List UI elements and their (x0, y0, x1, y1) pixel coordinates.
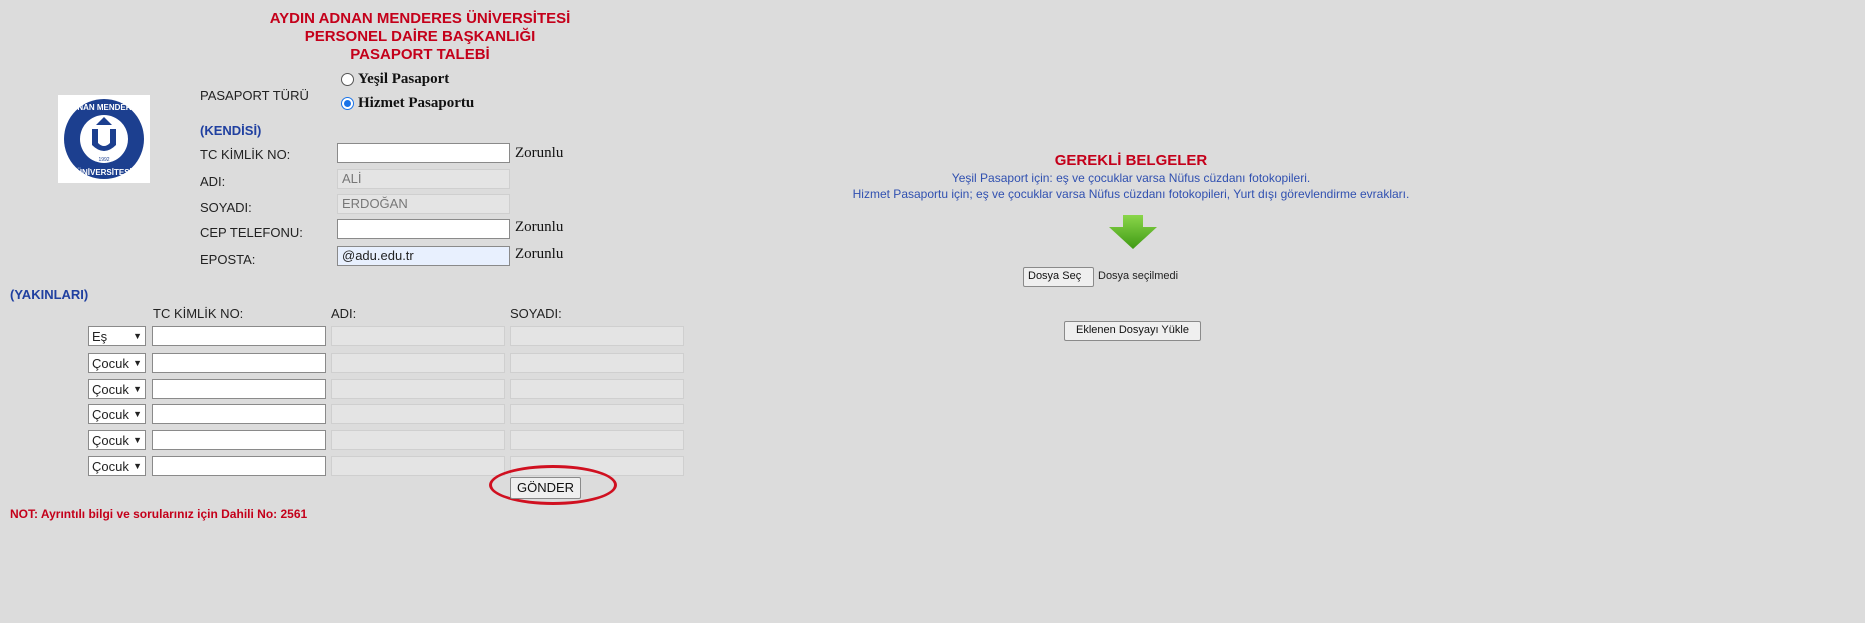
relation-select[interactable]: Çocuk ▼ (88, 430, 146, 450)
relation-select[interactable]: Çocuk ▼ (88, 353, 146, 373)
relative-tc-input[interactable] (152, 404, 326, 424)
relative-surname-input[interactable] (510, 404, 684, 424)
surname-input[interactable]: ERDOĞAN (337, 194, 510, 214)
chevron-down-icon: ▼ (133, 331, 142, 341)
email-input[interactable]: @adu.edu.tr (337, 246, 510, 266)
name-label: ADI: (200, 174, 226, 189)
phone-input[interactable] (337, 219, 510, 239)
relation-select[interactable]: Çocuk ▼ (88, 404, 146, 424)
relative-tc-input[interactable] (152, 456, 326, 476)
chevron-down-icon: ▼ (133, 358, 142, 368)
relation-select-value: Çocuk (92, 406, 129, 422)
relation-select[interactable]: Çocuk ▼ (88, 456, 146, 476)
logo-year: 1992 (98, 157, 109, 163)
logo-bottom-text: ÜNİVERSİTESİ (76, 168, 132, 177)
relation-select-value: Çocuk (92, 381, 129, 397)
radio-selected-icon[interactable] (341, 97, 354, 111)
relative-name-input[interactable] (331, 456, 505, 476)
relation-select[interactable]: Çocuk ▼ (88, 379, 146, 399)
relation-select[interactable]: Eş ▼ (88, 326, 146, 346)
submit-button[interactable]: GÖNDER (510, 477, 581, 499)
self-section-label: (KENDİSİ) (200, 123, 262, 138)
relative-surname-input[interactable] (510, 430, 684, 450)
relatives-name-header: ADI: (331, 306, 357, 321)
name-input[interactable]: ALİ (337, 169, 510, 189)
no-file-text: Dosya seçilmedi (1098, 270, 1179, 282)
relation-select-value: Çocuk (92, 458, 129, 474)
header-university: AYDIN ADNAN MENDERES ÜNİVERSİTESİ (269, 10, 571, 27)
choose-file-button[interactable]: Dosya Seç (1023, 267, 1094, 287)
radio-label: Yeşil Pasaport (358, 71, 450, 87)
relation-select-value: Çocuk (92, 355, 129, 371)
chevron-down-icon: ▼ (133, 435, 142, 445)
upload-button[interactable]: Eklenen Dosyayı Yükle (1064, 321, 1201, 341)
relative-tc-input[interactable] (152, 326, 326, 346)
relation-select-value: Çocuk (92, 432, 129, 448)
tc-required: Zorunlu (515, 145, 564, 161)
header-form-title: PASAPORT TALEBİ (350, 46, 490, 63)
relative-name-input[interactable] (331, 430, 505, 450)
documents-service-line: Hizmet Pasaportu için; eş ve çocuklar va… (852, 187, 1410, 201)
down-arrow-icon (1107, 215, 1159, 252)
radio-label: Hizmet Pasaportu (358, 95, 475, 111)
phone-label: CEP TELEFONU: (200, 225, 303, 240)
relative-tc-input[interactable] (152, 353, 326, 373)
required-documents: GEREKLİ BELGELER Yeşil Pasaport için: eş… (836, 152, 1426, 201)
relatives-section-label: (YAKINLARI) (10, 287, 89, 302)
relatives-tc-header: TC KİMLİK NO: (153, 306, 244, 321)
chevron-down-icon: ▼ (133, 384, 142, 394)
tc-input[interactable] (337, 143, 510, 163)
email-required: Zorunlu (515, 246, 564, 262)
passport-type-label: PASAPORT TÜRÜ (200, 88, 309, 103)
header-department: PERSONEL DAİRE BAŞKANLIĞI (304, 28, 536, 45)
page-title: AYDIN ADNAN MENDERES ÜNİVERSİTESİ PERSON… (220, 10, 620, 64)
email-label: EPOSTA: (200, 252, 256, 267)
logo-top-text: ADNAN MENDERES (66, 103, 143, 112)
radio-green-passport[interactable]: Yeşil Pasaport (341, 71, 449, 88)
chevron-down-icon: ▼ (133, 461, 142, 471)
relative-surname-input[interactable] (510, 353, 684, 373)
radio-service-passport[interactable]: Hizmet Pasaportu (341, 95, 474, 112)
relative-surname-input[interactable] (510, 326, 684, 346)
relative-name-input[interactable] (331, 353, 505, 373)
relative-tc-input[interactable] (152, 430, 326, 450)
surname-label: SOYADI: (200, 200, 252, 215)
phone-required: Zorunlu (515, 219, 564, 235)
relative-surname-input[interactable] (510, 379, 684, 399)
relation-select-value: Eş (92, 328, 108, 344)
footer-note: NOT: Ayrıntılı bilgi ve sorularınız için… (10, 507, 308, 521)
university-logo: ADNAN MENDERES ÜNİVERSİTESİ 1992 (58, 95, 150, 183)
relative-name-input[interactable] (331, 404, 505, 424)
documents-green-line: Yeşil Pasaport için: eş ve çocuklar vars… (951, 171, 1311, 185)
relatives-surname-header: SOYADI: (510, 306, 562, 321)
documents-title: GEREKLİ BELGELER (1054, 152, 1208, 169)
chevron-down-icon: ▼ (133, 409, 142, 419)
tc-label: TC KİMLİK NO: (200, 147, 291, 162)
relative-tc-input[interactable] (152, 379, 326, 399)
radio-icon[interactable] (341, 73, 354, 87)
relative-name-input[interactable] (331, 326, 505, 346)
relative-name-input[interactable] (331, 379, 505, 399)
